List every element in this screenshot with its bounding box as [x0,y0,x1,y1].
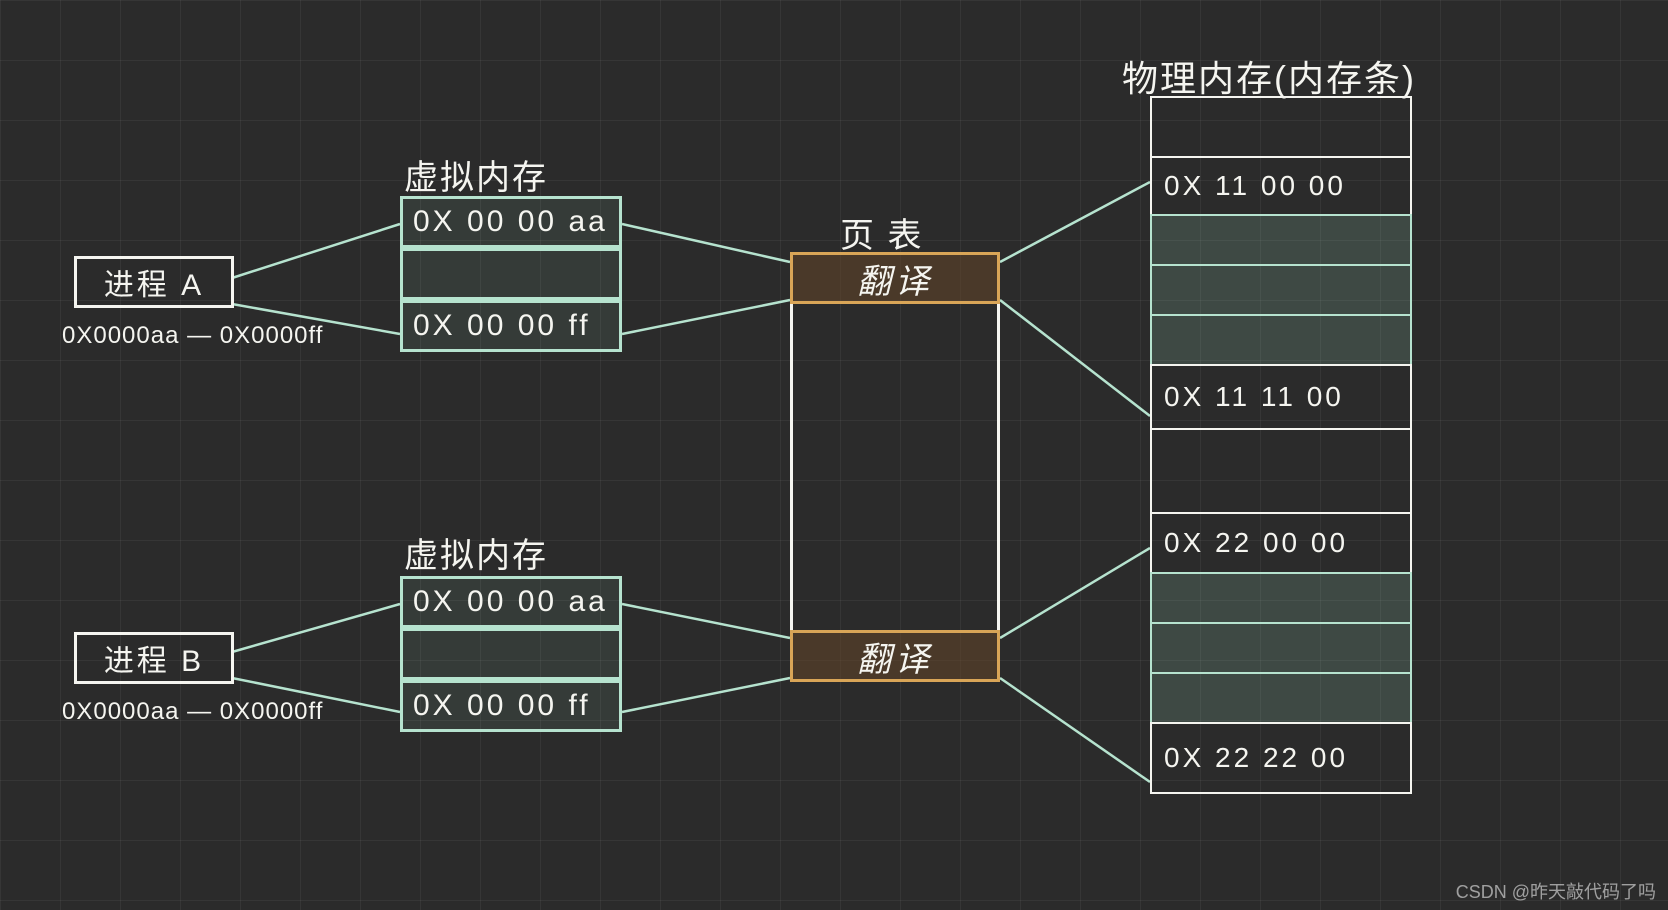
vmem-a-title: 虚拟内存 [404,150,548,199]
pm-cell-12-text: 0X 22 22 00 [1152,724,1410,792]
translate-bottom-box: 翻译 [790,630,1000,682]
pm-cell-5 [1150,314,1412,366]
pm-cell-4 [1150,264,1412,316]
translate-top-box: 翻译 [790,252,1000,304]
pm-cell-8: 0X 22 00 00 [1150,512,1412,574]
pm-cell-9 [1150,572,1412,624]
pm-cell-10 [1150,622,1412,674]
pm-cell-9-text [1152,574,1410,622]
pm-cell-7-text [1152,430,1410,512]
diagram-stage: 进程 A 0X0000aa — 0X0000ff 虚拟内存 0X 00 00 a… [0,0,1668,910]
process-b-range: 0X0000aa — 0X0000ff [62,698,323,726]
pm-cell-11-text [1152,674,1410,722]
vmem-b-title: 虚拟内存 [404,528,548,577]
pm-cell-1-text [1152,98,1410,156]
process-b-box: 进程 B [74,632,234,684]
pm-cell-10-text [1152,624,1410,672]
pm-cell-5-text [1152,316,1410,364]
page-table-frame [790,300,1000,640]
process-a-box: 进程 A [74,256,234,308]
pm-cell-8-text: 0X 22 00 00 [1152,514,1410,572]
pm-cell-7 [1150,428,1412,514]
translate-bottom-text: 翻译 [793,633,997,679]
pm-cell-2: 0X 11 00 00 [1150,156,1412,216]
vmem-a-top-cell: 0X 00 00 aa [400,196,622,248]
pm-cell-3 [1150,214,1412,266]
vmem-b-top-cell: 0X 00 00 aa [400,576,622,628]
vmem-b-mid-cell [400,628,622,680]
physical-memory-title: 物理内存(内存条) [1122,50,1416,102]
vmem-b-top-text: 0X 00 00 aa [403,579,619,625]
vmem-a-top-text: 0X 00 00 aa [403,199,619,245]
pm-cell-4-text [1152,266,1410,314]
pm-cell-6-text: 0X 11 11 00 [1152,366,1410,428]
process-a-title: 进程 A [77,259,231,305]
process-b-title: 进程 B [77,635,231,681]
pm-cell-1 [1150,96,1412,158]
vmem-b-bottom-cell: 0X 00 00 ff [400,680,622,732]
pm-cell-11 [1150,672,1412,724]
pm-cell-2-text: 0X 11 00 00 [1152,158,1410,214]
process-a-range: 0X0000aa — 0X0000ff [62,322,323,350]
pm-cell-12: 0X 22 22 00 [1150,722,1412,794]
page-table-title: 页 表 [840,208,923,257]
translate-top-text: 翻译 [793,255,997,301]
pm-cell-3-text [1152,216,1410,264]
watermark-text: CSDN @昨天敲代码了吗 [1456,878,1656,904]
vmem-b-bottom-text: 0X 00 00 ff [403,683,619,729]
vmem-a-mid-cell [400,248,622,300]
vmem-a-bottom-cell: 0X 00 00 ff [400,300,622,352]
pm-cell-6: 0X 11 11 00 [1150,364,1412,430]
vmem-a-bottom-text: 0X 00 00 ff [403,303,619,349]
